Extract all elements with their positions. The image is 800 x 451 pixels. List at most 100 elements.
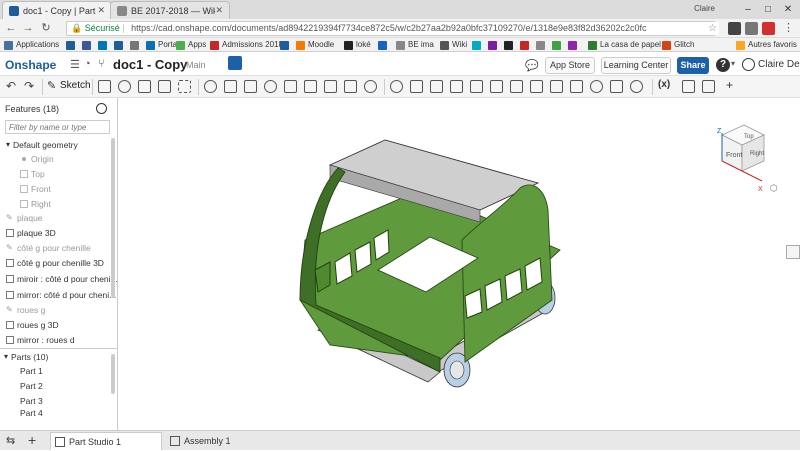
learning-center-button[interactable]: Learning Center xyxy=(601,57,671,74)
help-icon[interactable]: ? xyxy=(716,58,730,72)
bookmark-item[interactable] xyxy=(130,39,142,51)
add-feature-icon[interactable] xyxy=(702,80,715,93)
replace-face-icon[interactable] xyxy=(470,80,483,93)
tab-manager-icon[interactable]: ⇆ xyxy=(6,434,15,447)
view-options-icon[interactable]: ⬡ xyxy=(770,184,778,194)
reload-icon[interactable]: ↻ xyxy=(38,21,54,36)
extension-icon[interactable] xyxy=(745,22,758,35)
bookmark-moodle[interactable]: Moodle xyxy=(296,39,334,51)
tab-part-studio-1[interactable]: Part Studio 1 xyxy=(50,432,162,450)
viewcube-top-label[interactable]: Top xyxy=(744,134,754,140)
bookmark-apps[interactable]: Applications xyxy=(4,39,59,51)
sketch-button[interactable]: Sketch xyxy=(60,80,91,91)
bookmark-be-ima[interactable]: BE ima xyxy=(396,39,434,51)
plane-icon[interactable] xyxy=(510,80,523,93)
extrude-icon[interactable] xyxy=(98,80,111,93)
close-icon[interactable]: ✕ xyxy=(97,5,105,16)
feature-item-extrude[interactable]: plaque 3D xyxy=(6,226,56,240)
bookmark-la-casa-de-papel[interactable]: La casa de papel xyxy=(588,39,661,51)
extension-icon[interactable] xyxy=(762,22,775,35)
pattern-icon[interactable] xyxy=(324,80,337,93)
browser-tab[interactable]: BE 2017-2018 — Wiki de ✕ xyxy=(110,1,230,19)
hole-icon[interactable] xyxy=(264,80,277,93)
rollback-timer-icon[interactable] xyxy=(96,103,107,114)
bookmark-item[interactable] xyxy=(472,39,484,51)
feature-group-default-geometry[interactable]: ▾ Default geometry xyxy=(6,138,78,152)
bookmark-glitch[interactable]: Glitch xyxy=(662,39,694,51)
section-view-icon[interactable] xyxy=(610,80,623,93)
chevron-down-icon[interactable]: ▾ xyxy=(731,59,735,68)
mirror-icon[interactable] xyxy=(344,80,357,93)
extension-icon[interactable] xyxy=(728,22,741,35)
feature-item-right[interactable]: Right xyxy=(20,197,51,211)
bookmark-item[interactable] xyxy=(98,39,110,51)
redo-icon[interactable]: ↷ xyxy=(24,79,34,93)
view-cube[interactable]: Top Front Right Z X ⬡ xyxy=(700,115,780,195)
forward-icon[interactable]: → xyxy=(20,21,36,36)
move-face-icon[interactable] xyxy=(490,80,503,93)
bookmark-wiki[interactable]: Wiki xyxy=(440,39,467,51)
bookmark-item[interactable] xyxy=(488,39,500,51)
bookmark-item[interactable] xyxy=(114,39,126,51)
modify-fillet-icon[interactable] xyxy=(450,80,463,93)
add-tab-icon[interactable]: + xyxy=(28,432,36,448)
revolve-icon[interactable] xyxy=(118,80,131,93)
share-button[interactable]: Share xyxy=(677,57,709,74)
bookmark-item[interactable] xyxy=(536,39,548,51)
delete-part-icon[interactable] xyxy=(430,80,443,93)
part-item[interactable]: Part 1 xyxy=(20,364,43,378)
menu-icon[interactable]: ⋮ xyxy=(782,22,795,35)
app-store-button[interactable]: App Store xyxy=(545,57,595,74)
close-window-icon[interactable]: ✕ xyxy=(778,2,798,17)
maximize-icon[interactable]: □ xyxy=(758,2,778,17)
bookmark-other[interactable]: Autres favoris xyxy=(736,39,797,51)
bookmark-item[interactable] xyxy=(520,39,532,51)
transform-icon[interactable] xyxy=(410,80,423,93)
split-icon[interactable] xyxy=(390,80,403,93)
comment-icon[interactable]: 💬 xyxy=(525,59,539,72)
tab-assembly-1[interactable]: Assembly 1 xyxy=(166,432,276,450)
feature-item-sketch[interactable]: ✎ côté g pour chenille xyxy=(6,241,91,255)
minimize-icon[interactable]: – xyxy=(738,2,758,17)
fillet-icon[interactable] xyxy=(204,80,217,93)
feature-item-front[interactable]: Front xyxy=(20,182,51,196)
history-icon[interactable]: ◔ xyxy=(84,58,91,70)
curve-icon[interactable] xyxy=(550,80,563,93)
bookmark-apps-google[interactable]: Apps xyxy=(176,39,206,51)
feature-filter-input[interactable] xyxy=(5,120,110,134)
viewcube-front-label[interactable]: Front xyxy=(726,152,742,159)
viewcube-right-label[interactable]: Right xyxy=(750,151,764,157)
shell-icon[interactable] xyxy=(284,80,297,93)
bookmark-item[interactable] xyxy=(66,39,78,51)
user-name[interactable]: Claire De xyxy=(758,59,800,70)
loft-icon[interactable] xyxy=(158,80,171,93)
chamfer-icon[interactable] xyxy=(224,80,237,93)
feature-item-mirror[interactable]: miroir : côté d pour cheni... xyxy=(6,272,118,286)
part-item[interactable]: Part 2 xyxy=(20,379,43,393)
branch-icon[interactable]: ⑂ xyxy=(98,58,105,70)
parts-list-scrollbar[interactable] xyxy=(111,354,115,394)
feature-item-sketch[interactable]: ✎ plaque xyxy=(6,211,43,225)
bookmark-item[interactable] xyxy=(568,39,580,51)
thicken-icon[interactable] xyxy=(178,80,191,93)
bookmark-item[interactable] xyxy=(378,39,390,51)
boolean-icon[interactable] xyxy=(364,80,377,93)
onshape-logo[interactable]: Onshape xyxy=(5,58,56,72)
custom-feature-icon[interactable] xyxy=(682,80,695,93)
helix-icon[interactable] xyxy=(530,80,543,93)
avatar[interactable] xyxy=(742,58,755,71)
sweep-icon[interactable] xyxy=(138,80,151,93)
hamburger-icon[interactable]: ☰ xyxy=(70,58,80,71)
cloud-sync-icon[interactable] xyxy=(228,56,242,70)
bookmark-item[interactable] xyxy=(552,39,564,51)
feature-item-origin[interactable]: Origin xyxy=(20,152,54,166)
right-panel-toggle-icon[interactable] xyxy=(786,245,800,259)
part-item[interactable]: Part 4 xyxy=(20,408,43,418)
browser-tab-active[interactable]: doc1 - Copy | Part Studio ✕ xyxy=(2,1,112,19)
feature-item-extrude[interactable]: côté g pour chenille 3D xyxy=(6,256,104,270)
rib-icon[interactable] xyxy=(304,80,317,93)
address-bar[interactable]: 🔒 Sécurisé | https://cad.onshape.com/doc… xyxy=(66,21,716,36)
feature-item-mirror[interactable]: mirror: côté d pour cheni... xyxy=(6,288,116,302)
measure-icon[interactable] xyxy=(590,80,603,93)
close-icon[interactable]: ✕ xyxy=(215,5,223,16)
